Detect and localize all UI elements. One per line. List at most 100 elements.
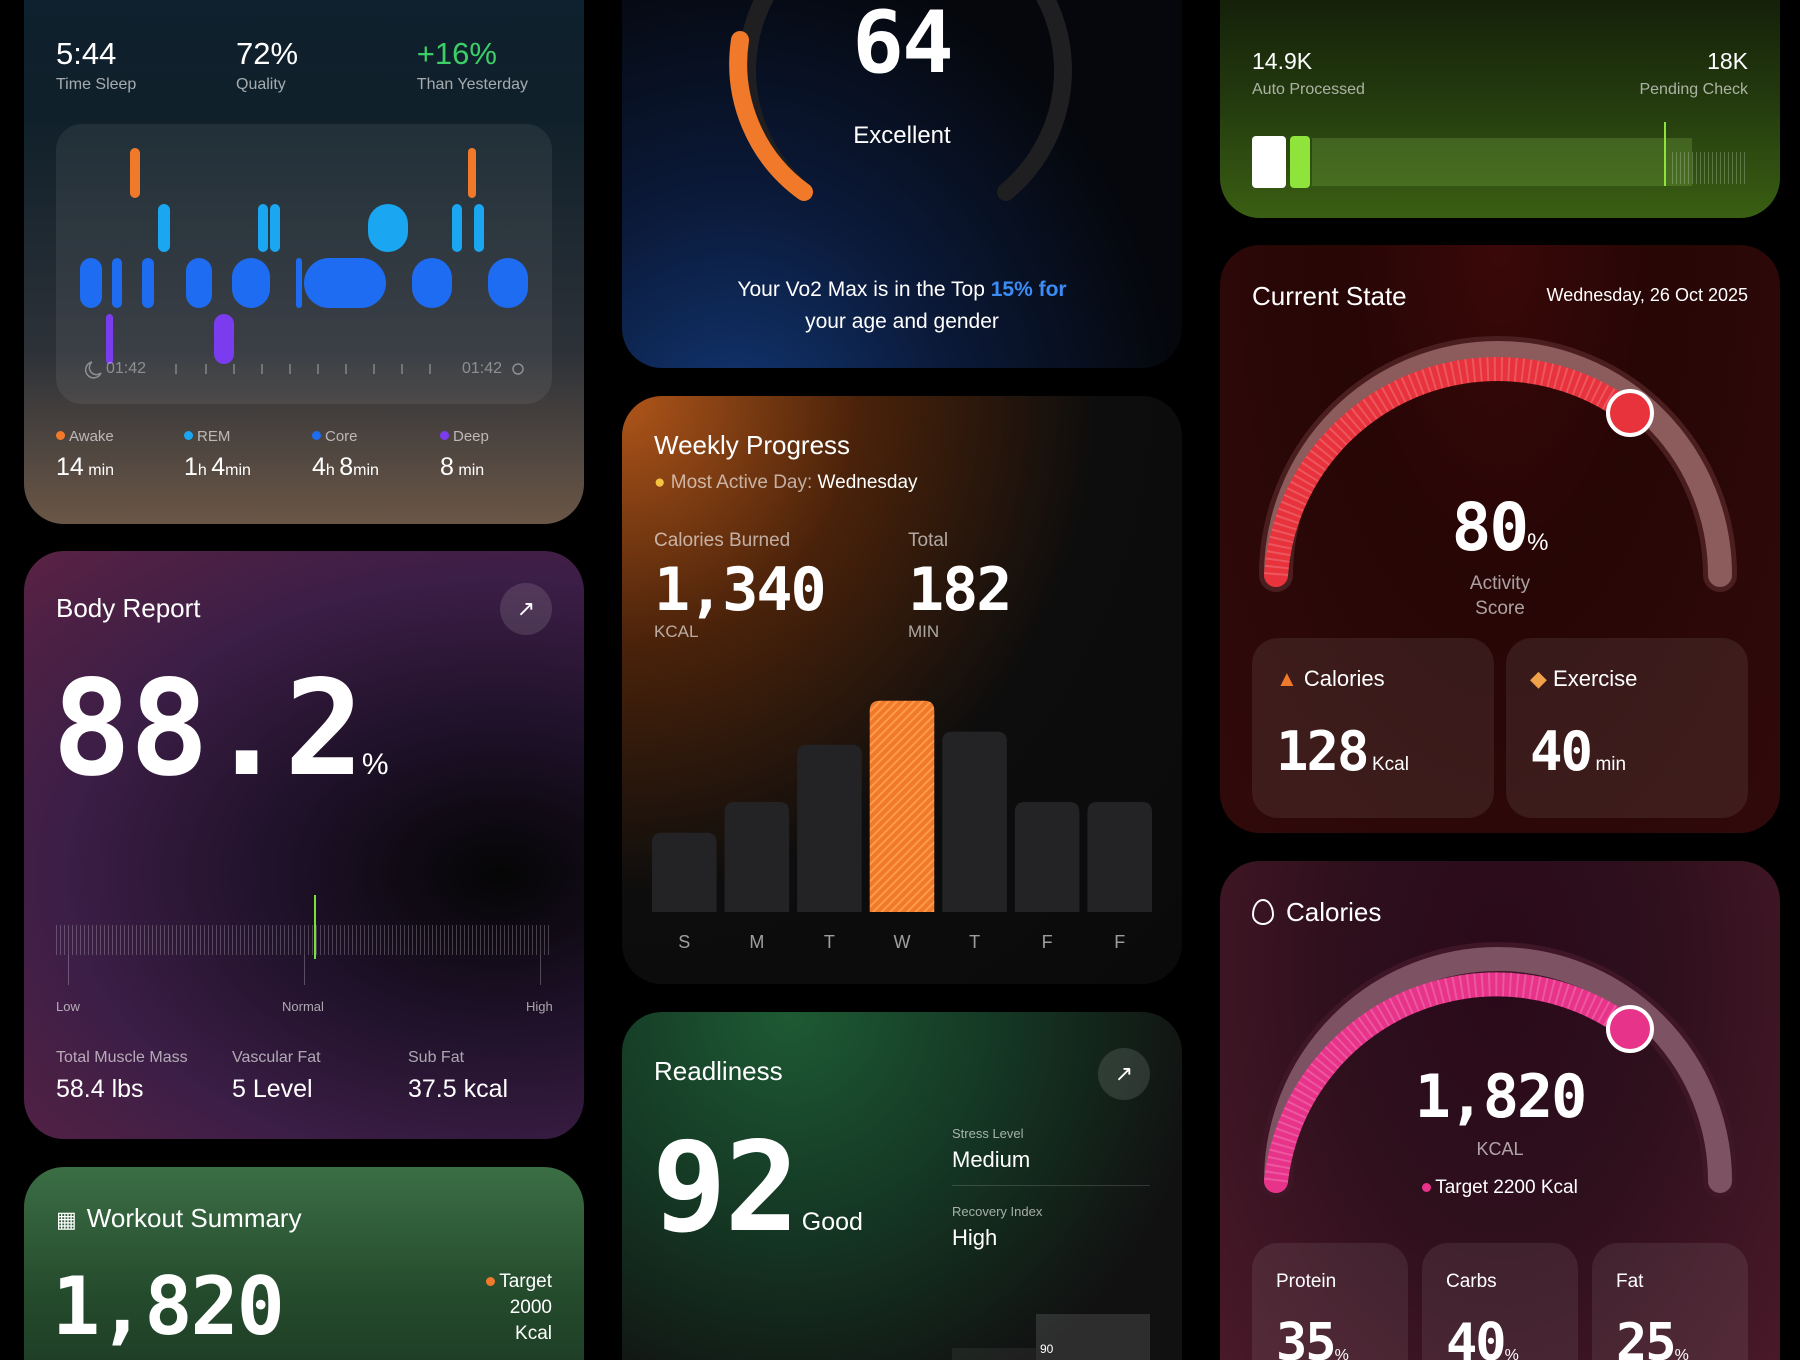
- readiness-open-button[interactable]: ↗: [1098, 1048, 1150, 1100]
- most-active-value: Wednesday: [817, 472, 918, 493]
- fat-unit: %: [1674, 1347, 1689, 1360]
- total-label: Total: [908, 530, 949, 551]
- rem-hours-unit: h: [197, 462, 207, 479]
- calories-card-unit: KCAL: [1476, 1139, 1524, 1159]
- scale-normal-label: Normal: [282, 999, 324, 1014]
- bar-label-2: T: [824, 932, 835, 952]
- carbs-label: Carbs: [1446, 1271, 1497, 1292]
- bar-label-3: W: [894, 932, 911, 952]
- core-minutes: 8: [339, 453, 354, 481]
- arrow-up-right-icon: ↗: [516, 596, 536, 621]
- calories-burned-unit: KCAL: [654, 622, 699, 641]
- readiness-score: 92: [652, 1116, 799, 1260]
- vo2-text-a: Your Vo2 Max is in the Top: [737, 278, 991, 301]
- bar-1: [724, 802, 790, 912]
- auto-processed-label: Auto Processed: [1252, 81, 1365, 98]
- workout-target-label: Target: [499, 1271, 552, 1292]
- body-report-unit: %: [361, 748, 389, 781]
- sleep-stages-chart: 01:42 01:42: [56, 124, 552, 404]
- carbs-value: 40: [1446, 1313, 1507, 1360]
- bar-4: [942, 731, 1007, 912]
- activity-score: 80: [1451, 489, 1529, 566]
- rem-minutes: 4: [211, 453, 226, 481]
- processing-card: 14.9K Auto Processed 18K Pending Check: [1220, 0, 1780, 218]
- state-exercise-value: 40: [1530, 720, 1593, 783]
- time-sleep-label: Time Sleep: [56, 76, 137, 93]
- sub-fat-label: Sub Fat: [408, 1049, 465, 1066]
- deep-value: 8: [440, 453, 454, 481]
- macro-carbs-tile: Carbs 40%: [1422, 1243, 1578, 1360]
- vo2-card: 64 Excellent Your Vo2 Max is in the Top …: [622, 0, 1182, 368]
- processing-bar: [1252, 122, 1748, 188]
- macro-protein-tile: Protein 35%: [1252, 1243, 1408, 1360]
- state-calories-tile: ▲ Calories 128 Kcal: [1252, 638, 1494, 818]
- bar-3: [869, 700, 935, 912]
- current-state-card: Current State Wednesday, 26 Oct 2025 80%…: [1220, 245, 1780, 833]
- recovery-index-value: High: [952, 1225, 998, 1250]
- readiness-title: Readliness: [654, 1056, 783, 1086]
- calories-burned-value: 1,340: [654, 555, 827, 625]
- quality-value: 72%: [236, 36, 299, 71]
- time-sleep-value: 5:44: [56, 36, 117, 71]
- protein-value: 35: [1276, 1313, 1337, 1360]
- rem-minutes-unit: min: [225, 462, 251, 479]
- activity-score-unit: %: [1527, 529, 1549, 556]
- moon-icon: [84, 361, 102, 379]
- deep-unit: min: [458, 462, 485, 479]
- core-hours: 4: [312, 453, 326, 481]
- bar-6: [1087, 802, 1152, 912]
- core-segments: [80, 258, 528, 308]
- sleep-card: 5:44 Time Sleep 72% Quality +16% Than Ye…: [24, 0, 584, 524]
- pending-check-label: Pending Check: [1639, 81, 1748, 98]
- awake-unit: min: [88, 462, 115, 479]
- fire-icon: ▲: [1276, 666, 1298, 691]
- readiness-rating: Good: [801, 1208, 863, 1236]
- sleep-end-time: 01:42: [462, 360, 503, 377]
- arrow-up-right-icon: ↗: [1114, 1061, 1134, 1086]
- muscle-mass-label: Total Muscle Mass: [56, 1049, 188, 1066]
- bar-label-6: F: [1114, 932, 1125, 952]
- vo2-rating: Excellent: [853, 122, 951, 149]
- bar-label-5: F: [1042, 932, 1053, 952]
- state-calories-unit: Kcal: [1372, 754, 1409, 775]
- calories-burned-label: Calories Burned: [654, 530, 791, 551]
- deep-label: Deep: [453, 428, 489, 445]
- protein-label: Protein: [1276, 1271, 1337, 1292]
- muscle-mass-value: 58.4 lbs: [56, 1075, 144, 1103]
- sub-fat-value: 37.5 kcal: [408, 1075, 509, 1103]
- stress-level-label: Stress Level: [952, 1126, 1024, 1141]
- core-hours-unit: h: [325, 462, 335, 479]
- fat-label: Fat: [1616, 1271, 1644, 1292]
- most-active-day: ● Most Active Day: Wednesday: [654, 472, 918, 494]
- activity-gauge-knob: [1606, 389, 1654, 437]
- awake-segments: [130, 148, 476, 198]
- body-report-scale: [56, 895, 552, 985]
- workout-target-value: 2000: [509, 1297, 552, 1318]
- body-report-title: Body Report: [56, 593, 201, 623]
- auto-processed-value: 14.9K: [1252, 48, 1313, 74]
- state-exercise-unit: min: [1595, 754, 1627, 775]
- calories-gauge-knob: [1606, 1005, 1654, 1053]
- weekly-bar-chart: SMTWTFF: [652, 700, 1152, 952]
- rem-hours: 1: [184, 453, 198, 481]
- bar-5: [1014, 802, 1080, 912]
- core-minutes-unit: min: [353, 462, 379, 479]
- state-calories-label: Calories: [1303, 666, 1385, 691]
- readiness-mini-chart: 90: [952, 1302, 1150, 1360]
- body-report-open-button[interactable]: ↗: [500, 583, 552, 635]
- state-exercise-label: Exercise: [1553, 666, 1638, 691]
- pending-check-value: 18K: [1707, 48, 1748, 74]
- vo2-score: 64: [852, 0, 954, 93]
- calories-card: Calories 1,820 KCAL Target 2200 Kcal Pro…: [1220, 861, 1780, 1360]
- state-calories-value: 128: [1276, 720, 1370, 783]
- fat-value: 25: [1616, 1313, 1677, 1360]
- body-report-value: 88.2: [52, 652, 364, 806]
- bar-2: [797, 744, 862, 912]
- workout-title-text: Workout Summary: [86, 1203, 302, 1233]
- dumbbell-icon: ▦: [56, 1207, 77, 1232]
- bar-label-0: S: [678, 932, 690, 952]
- awake-label: Awake: [69, 428, 114, 445]
- scale-high-label: High: [526, 999, 553, 1014]
- calories-card-value: 1,820: [1414, 1062, 1588, 1132]
- macro-fat-tile: Fat 25%: [1592, 1243, 1748, 1360]
